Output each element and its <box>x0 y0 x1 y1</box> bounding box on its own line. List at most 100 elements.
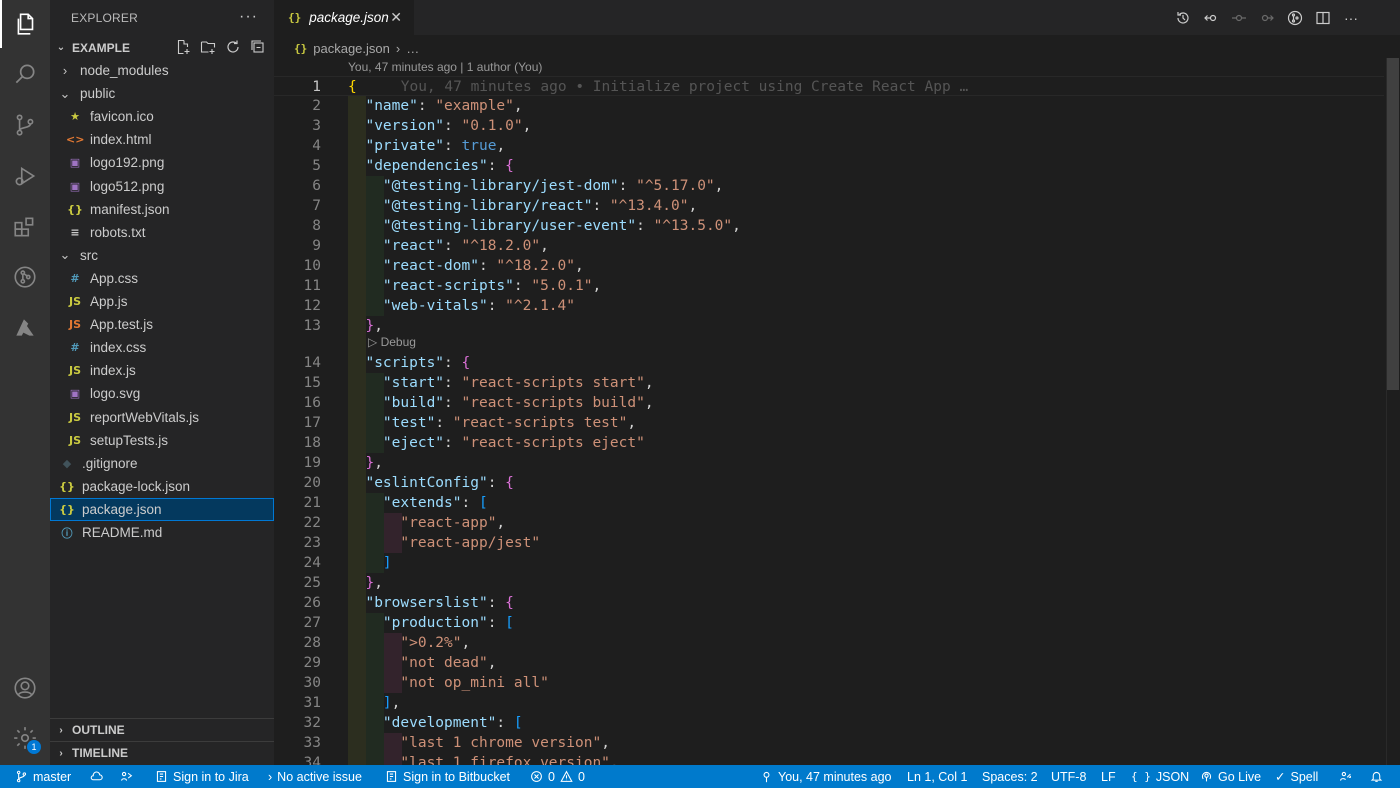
code-line[interactable]: 4 "private": true, <box>274 136 1384 156</box>
tab-package-json[interactable]: {} package.json ✕ <box>274 0 414 35</box>
code-line[interactable]: 23 "react-app/jest" <box>274 533 1384 553</box>
timeline-history-icon[interactable] <box>1174 9 1192 27</box>
eol-status[interactable]: LF <box>1101 765 1116 788</box>
new-folder-icon[interactable] <box>200 39 216 58</box>
breadcrumb-rest[interactable]: … <box>406 41 419 56</box>
live-share-status[interactable] <box>120 765 133 788</box>
tree-item[interactable]: › node_modules <box>50 59 274 82</box>
tree-item[interactable]: ▣ logo.svg <box>50 382 274 405</box>
blame-status[interactable]: You, 47 minutes ago <box>760 765 892 788</box>
breadcrumb[interactable]: {} package.json › … <box>294 38 419 58</box>
problems-status[interactable]: 0 0 <box>530 765 585 788</box>
tree-item[interactable]: ◆ .gitignore <box>50 452 274 475</box>
files-icon[interactable] <box>0 0 50 48</box>
timeline-section[interactable]: › TIMELINE <box>50 741 274 764</box>
refresh-icon[interactable] <box>225 39 241 58</box>
indentation-status[interactable]: Spaces: 2 <box>982 765 1038 788</box>
extensions-icon[interactable] <box>0 203 50 251</box>
open-changes-icon[interactable] <box>1202 9 1220 27</box>
manage-gear-icon[interactable]: 1 <box>0 714 50 762</box>
code-line[interactable]: 9 "react": "^18.2.0", <box>274 236 1384 256</box>
codelens-debug[interactable]: ▷ Debug <box>368 335 416 349</box>
code-line[interactable]: 11 "react-scripts": "5.0.1", <box>274 276 1384 296</box>
editor-scrollbar[interactable] <box>1386 58 1400 765</box>
tree-item[interactable]: ★ favicon.ico <box>50 105 274 128</box>
branch-status[interactable]: master <box>15 765 71 788</box>
code-line[interactable]: 14 "scripts": { <box>274 353 1384 373</box>
code-line[interactable]: 12 "web-vitals": "^2.1.4" <box>274 296 1384 316</box>
tree-item[interactable]: ⌄ src <box>50 244 274 267</box>
feedback-status[interactable] <box>1339 765 1352 788</box>
more-actions-icon[interactable]: ··· <box>239 8 258 26</box>
new-file-icon[interactable] <box>175 39 191 58</box>
code-line[interactable]: 17 "test": "react-scripts test", <box>274 413 1384 433</box>
git-graph-icon[interactable] <box>0 253 50 301</box>
code-line[interactable]: 32 "development": [ <box>274 713 1384 733</box>
tree-item[interactable]: {} package.json <box>50 497 274 521</box>
breadcrumb-file[interactable]: package.json <box>313 41 390 56</box>
code-editor[interactable]: You, 47 minutes ago | 1 author (You) ▷ D… <box>274 58 1384 773</box>
code-line[interactable]: 16 "build": "react-scripts build", <box>274 393 1384 413</box>
encoding-status[interactable]: UTF-8 <box>1051 765 1086 788</box>
split-editor-icon[interactable] <box>1314 9 1332 27</box>
code-line[interactable]: 33 "last 1 chrome version", <box>274 733 1384 753</box>
tree-item[interactable]: # App.css <box>50 267 274 290</box>
previous-change-icon[interactable] <box>1230 9 1248 27</box>
codelens-blame[interactable]: You, 47 minutes ago | 1 author (You) <box>348 60 542 74</box>
code-line[interactable]: 2 "name": "example", <box>274 96 1384 116</box>
git-compare-icon[interactable] <box>1286 9 1304 27</box>
code-line[interactable]: 22 "react-app", <box>274 513 1384 533</box>
run-debug-icon[interactable] <box>0 152 50 200</box>
code-line[interactable]: 30 "not op_mini all" <box>274 673 1384 693</box>
code-line[interactable]: 15 "start": "react-scripts start", <box>274 373 1384 393</box>
close-icon[interactable]: ✕ <box>390 9 402 26</box>
code-line[interactable]: 25 }, <box>274 573 1384 593</box>
search-icon[interactable] <box>0 50 50 98</box>
code-line[interactable]: 10 "react-dom": "^18.2.0", <box>274 256 1384 276</box>
outline-section[interactable]: › OUTLINE <box>50 718 274 741</box>
code-line[interactable]: 19 }, <box>274 453 1384 473</box>
source-control-icon[interactable] <box>0 101 50 149</box>
tree-item[interactable]: JS reportWebVitals.js <box>50 406 274 429</box>
tree-item[interactable]: ⌄ public <box>50 82 274 105</box>
notifications-status[interactable] <box>1370 765 1383 788</box>
spell-status[interactable]: ✓ Spell <box>1275 765 1318 788</box>
tree-item[interactable]: ▣ logo192.png <box>50 151 274 174</box>
code-line[interactable]: 13 }, <box>274 316 1384 336</box>
jira-status[interactable]: Sign in to Jira <box>155 765 249 788</box>
code-line[interactable]: 27 "production": [ <box>274 613 1384 633</box>
accounts-icon[interactable] <box>0 664 50 712</box>
folder-section-example[interactable]: ⌄ EXAMPLE <box>50 36 274 59</box>
code-line[interactable]: 1 {You, 47 minutes ago • Initialize proje… <box>274 76 1384 96</box>
tree-item[interactable]: ≡ robots.txt <box>50 221 274 244</box>
code-line[interactable]: 29 "not dead", <box>274 653 1384 673</box>
code-line[interactable]: 28 ">0.2%", <box>274 633 1384 653</box>
code-line[interactable]: 8 "@testing-library/user-event": "^13.5.… <box>274 216 1384 236</box>
collapse-all-icon[interactable] <box>250 39 266 58</box>
code-line[interactable]: 31 ], <box>274 693 1384 713</box>
code-line[interactable]: 18 "eject": "react-scripts eject" <box>274 433 1384 453</box>
code-line[interactable]: 6 "@testing-library/jest-dom": "^5.17.0"… <box>274 176 1384 196</box>
tree-item[interactable]: ⓘ README.md <box>50 521 274 544</box>
azure-icon[interactable] <box>0 304 50 352</box>
language-mode[interactable]: { } JSON <box>1131 765 1189 788</box>
tree-item[interactable]: JS index.js <box>50 359 274 382</box>
more-actions-icon[interactable]: ··· <box>1342 9 1360 27</box>
tree-item[interactable]: ▣ logo512.png <box>50 175 274 198</box>
code-line[interactable]: 24 ] <box>274 553 1384 573</box>
tree-item[interactable]: JS App.js <box>50 290 274 313</box>
next-change-icon[interactable] <box>1258 9 1276 27</box>
tree-item[interactable]: JS App.test.js <box>50 313 274 336</box>
tree-item[interactable]: {} manifest.json <box>50 198 274 221</box>
tree-item[interactable]: <> index.html <box>50 128 274 151</box>
tree-item[interactable]: {} package-lock.json <box>50 475 274 498</box>
code-line[interactable]: 7 "@testing-library/react": "^13.4.0", <box>274 196 1384 216</box>
code-line[interactable]: 5 "dependencies": { <box>274 156 1384 176</box>
code-line[interactable]: 21 "extends": [ <box>274 493 1384 513</box>
tree-item[interactable]: # index.css <box>50 336 274 359</box>
bitbucket-status[interactable]: Sign in to Bitbucket <box>385 765 510 788</box>
sync-status[interactable] <box>90 765 103 788</box>
go-live-status[interactable]: Go Live <box>1200 765 1261 788</box>
code-line[interactable]: 3 "version": "0.1.0", <box>274 116 1384 136</box>
code-line[interactable]: 20 "eslintConfig": { <box>274 473 1384 493</box>
